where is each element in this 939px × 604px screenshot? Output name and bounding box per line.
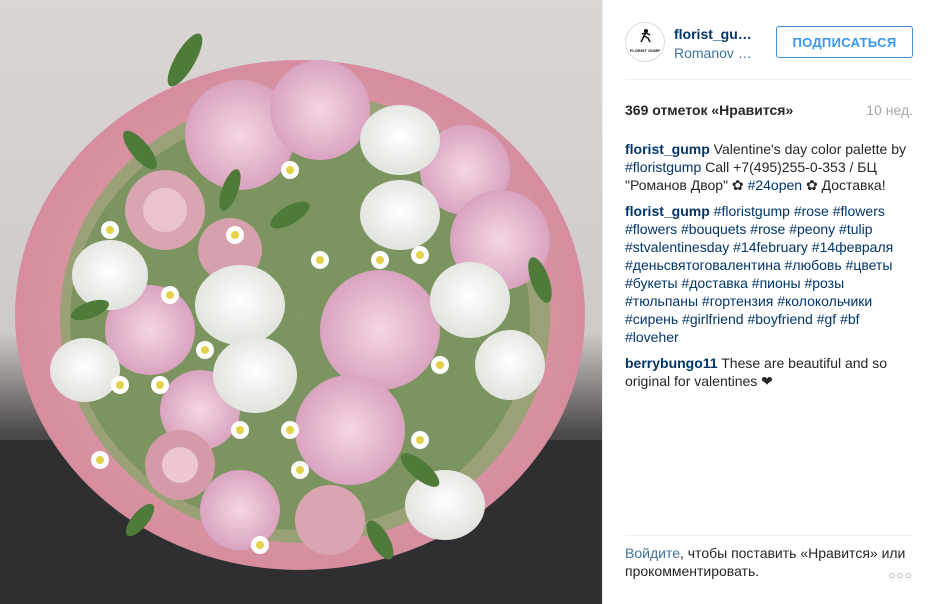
post-time[interactable]: 10 нед. [866,102,913,118]
comment-username[interactable]: berrybungo11 [625,355,718,371]
avatar[interactable]: FLORIST GUMP [625,22,665,62]
likes-count[interactable]: 369 отметок «Нравится» [625,102,793,118]
comment-text: Valentine's day color palette by [709,141,906,157]
follow-button[interactable]: ПОДПИСАТЬСЯ [776,26,913,58]
avatar-text: FLORIST GUMP [629,48,661,53]
login-link[interactable]: Войдите [625,545,680,561]
hashtag-link[interactable]: #24open [748,177,803,193]
post-sidebar: FLORIST GUMP florist_gump Romanov Dvor П… [602,0,939,604]
avatar-logo: FLORIST GUMP [629,26,661,58]
username-link[interactable]: florist_gump [674,26,754,42]
runner-icon [640,29,651,43]
hashtag-link[interactable]: #floristgump [625,159,701,175]
bouquet-image [0,33,602,604]
comment-username[interactable]: florist_gump [625,203,710,219]
likes-row: 369 отметок «Нравится» 10 нед. [625,102,913,122]
comment-item: florist_gump #floristgump #rose #flowers… [625,202,917,346]
post-photo[interactable] [0,0,602,604]
comment-item: berrybungo11 These are beautiful and so … [625,354,917,390]
post-header: FLORIST GUMP florist_gump Romanov Dvor П… [625,18,913,80]
location-link[interactable]: Romanov Dvor [674,45,754,61]
login-prompt: Войдите, чтобы поставить «Нравится» или … [625,535,913,595]
comment-list: florist_gump Valentine's day color palet… [625,140,917,398]
comment-item: florist_gump Valentine's day color palet… [625,140,917,194]
comment-username[interactable]: florist_gump [625,141,710,157]
comment-text: ✿ Доставка! [802,177,886,193]
hashtag-list[interactable]: #floristgump #rose #flowers #flowers #bo… [625,203,893,345]
more-options-icon[interactable]: ○○○ [888,566,913,584]
